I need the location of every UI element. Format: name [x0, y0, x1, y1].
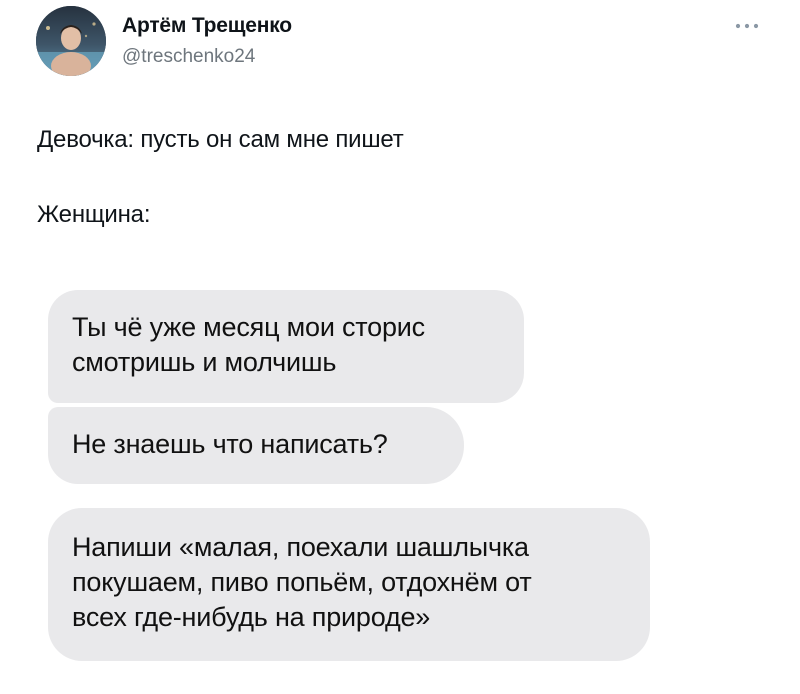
- avatar[interactable]: [36, 6, 106, 76]
- message-line: смотришь и молчишь: [72, 347, 337, 377]
- message-line: покушаем, пиво попьём, отдохнём от: [72, 567, 532, 597]
- message-line: Не знаешь что написать?: [72, 429, 388, 459]
- message-bubble: Напиши «малая, поехали шашлычка покушаем…: [48, 508, 650, 661]
- message-line: Напиши «малая, поехали шашлычка: [72, 532, 529, 562]
- post-text-line: Женщина:: [37, 201, 151, 228]
- post-text-line: Девочка: пусть он сам мне пишет: [37, 126, 404, 153]
- post-header: Артём Трещенко @treschenko24: [0, 0, 800, 90]
- message-line: всех где-нибудь на природе»: [72, 602, 431, 632]
- message-bubble: Не знаешь что написать?: [48, 407, 464, 484]
- author-name[interactable]: Артём Трещенко: [122, 14, 292, 38]
- message-bubble: Ты чё уже месяц мои сторис смотришь и мо…: [48, 290, 524, 403]
- more-options-icon[interactable]: [734, 18, 760, 29]
- message-line: Ты чё уже месяц мои сторис: [72, 312, 425, 342]
- author-handle[interactable]: @treschenko24: [122, 46, 255, 68]
